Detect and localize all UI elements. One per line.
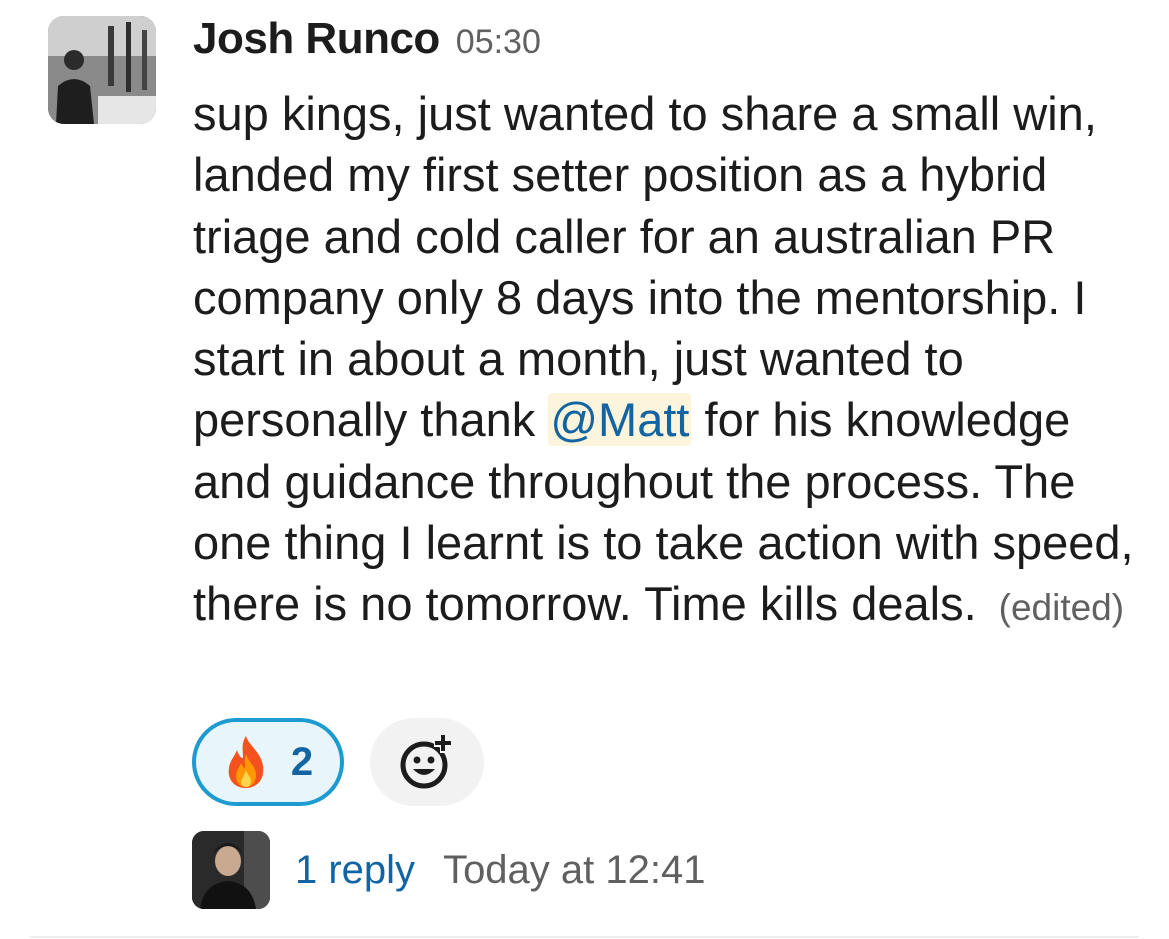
user-mention[interactable]: @Matt xyxy=(548,393,692,447)
message-container: Josh Runco 05:30 sup kings, just wanted … xyxy=(0,0,1169,939)
message-divider xyxy=(30,936,1139,938)
last-reply-time: Today at 12:41 xyxy=(443,847,706,892)
add-reaction-button[interactable] xyxy=(370,718,484,806)
replier-avatar[interactable] xyxy=(192,831,270,909)
message-timestamp[interactable]: 05:30 xyxy=(456,23,541,62)
edited-label: (edited) xyxy=(998,587,1125,629)
message-body: sup kings, just wanted to share a small … xyxy=(193,83,1153,639)
reactions-bar: 2 xyxy=(192,718,484,806)
reaction-fire[interactable]: 2 xyxy=(192,718,344,806)
replier-photo-icon xyxy=(192,831,270,909)
user-photo-icon xyxy=(48,16,156,124)
reaction-count: 2 xyxy=(290,739,314,784)
reply-count-link[interactable]: 1 reply xyxy=(295,848,415,893)
thread-summary[interactable]: 1 reply Today at 12:41 xyxy=(192,830,705,910)
author-avatar[interactable] xyxy=(48,16,156,124)
author-name[interactable]: Josh Runco xyxy=(193,14,440,64)
message-header: Josh Runco 05:30 xyxy=(193,14,541,78)
fire-emoji-icon xyxy=(228,736,264,788)
add-reaction-icon xyxy=(400,735,451,789)
